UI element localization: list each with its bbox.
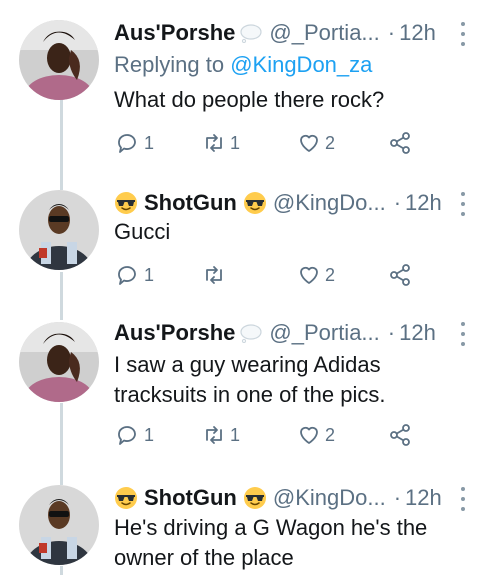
retweet-icon — [206, 134, 222, 152]
tweet-text: What do people there rock? — [114, 87, 385, 112]
man-avatar — [19, 485, 99, 565]
separator-dot: · — [387, 320, 396, 345]
user-handle[interactable]: @KingDo... — [273, 485, 386, 511]
avatar[interactable] — [19, 322, 99, 402]
display-name[interactable]: Aus'Porshe — [114, 20, 263, 46]
like-button[interactable]: 2 — [297, 260, 335, 290]
retweet-count: 1 — [230, 424, 241, 445]
more-options-icon[interactable] — [460, 22, 466, 46]
tweet-text: He's driving a G Wagon he's the owner of… — [114, 515, 428, 570]
share-button[interactable] — [388, 260, 412, 290]
sunglasses-emoji — [115, 192, 137, 214]
action-bar: 1 1 2 — [114, 128, 424, 158]
separator-dot: · — [393, 190, 402, 215]
tweet[interactable]: Aus'Porshe @_Portia... · 12h Replying to… — [0, 0, 480, 180]
reply-count: 1 — [144, 424, 155, 445]
user-handle[interactable]: @_Portia... — [269, 320, 379, 346]
reply-count: 1 — [144, 132, 155, 153]
action-bar: 1 2 — [114, 260, 424, 290]
retweet-icon — [206, 266, 222, 284]
tweet[interactable]: Aus'Porshe @_Portia... · 12h I saw a guy… — [0, 300, 480, 475]
avatar[interactable] — [19, 485, 99, 565]
retweet-icon — [206, 426, 222, 444]
like-count: 2 — [325, 132, 336, 153]
share-button[interactable] — [388, 128, 412, 158]
timestamp[interactable]: 12h — [399, 20, 436, 46]
man-avatar — [19, 190, 99, 270]
timestamp[interactable]: 12h — [399, 320, 436, 346]
reply-icon — [118, 266, 136, 285]
speech-bubble-icon — [240, 324, 262, 343]
separator-dot: · — [387, 20, 396, 45]
woman-avatar — [19, 322, 99, 402]
like-count: 2 — [325, 264, 336, 285]
more-options-icon[interactable] — [460, 192, 466, 216]
mention-link[interactable]: @KingDon_za — [230, 52, 372, 77]
more-options-icon[interactable] — [460, 487, 466, 511]
like-count: 2 — [325, 424, 336, 445]
avatar[interactable] — [19, 190, 99, 270]
display-name[interactable]: ShotGun — [114, 190, 267, 216]
share-button[interactable] — [388, 420, 412, 450]
tweet-text: I saw a guy wearing Adidas tracksuits in… — [114, 352, 386, 407]
reply-count: 1 — [144, 264, 155, 285]
share-icon — [390, 424, 410, 446]
separator-dot: · — [393, 485, 402, 510]
display-name[interactable]: Aus'Porshe — [114, 320, 263, 346]
tweet-text: Gucci — [114, 219, 171, 244]
user-handle[interactable]: @KingDo... — [273, 190, 386, 216]
retweet-button[interactable]: 1 — [202, 420, 240, 450]
reply-button[interactable]: 1 — [116, 260, 154, 290]
timestamp[interactable]: 12h — [405, 485, 442, 511]
sunglasses-emoji — [243, 192, 266, 214]
more-options-icon[interactable] — [460, 322, 466, 346]
heart-icon — [300, 134, 318, 152]
sunglasses-emoji — [115, 487, 137, 509]
replying-to: Replying to @KingDon_za — [114, 52, 373, 77]
display-name[interactable]: ShotGun — [114, 485, 267, 511]
action-bar: 1 1 2 — [114, 420, 424, 450]
speech-bubble-icon — [240, 24, 262, 43]
like-button[interactable]: 2 — [297, 128, 335, 158]
retweet-count: 1 — [230, 132, 241, 153]
reply-icon — [118, 134, 136, 153]
heart-icon — [300, 266, 318, 284]
tweet[interactable]: ShotGun @KingDo... · 12h Gucci 1 2 — [0, 180, 480, 300]
sunglasses-emoji — [243, 487, 266, 509]
share-icon — [390, 132, 410, 154]
user-handle[interactable]: @_Portia... — [269, 20, 379, 46]
like-button[interactable]: 2 — [297, 420, 335, 450]
timestamp[interactable]: 12h — [405, 190, 442, 216]
avatar[interactable] — [19, 20, 99, 100]
heart-icon — [300, 426, 318, 444]
share-icon — [390, 264, 410, 286]
retweet-button[interactable] — [202, 260, 230, 290]
reply-icon — [118, 426, 136, 445]
reply-button[interactable]: 1 — [116, 128, 154, 158]
tweet[interactable]: ShotGun @KingDo... · 12h He's driving a … — [0, 475, 480, 575]
retweet-button[interactable]: 1 — [202, 128, 240, 158]
reply-button[interactable]: 1 — [116, 420, 154, 450]
woman-avatar — [19, 20, 99, 100]
